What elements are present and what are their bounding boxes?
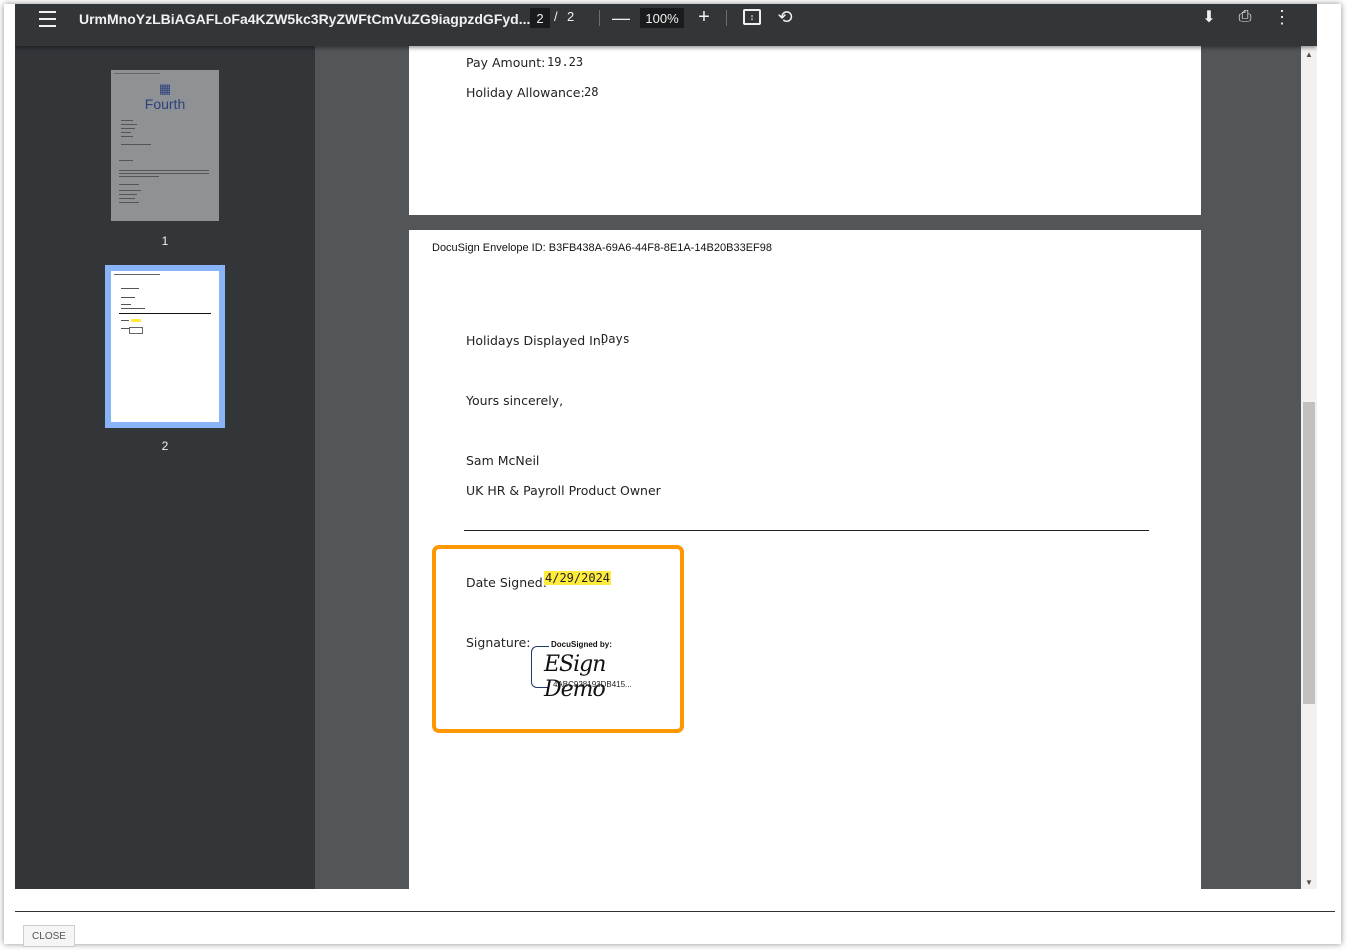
pay-amount-value: 19.23 (547, 55, 584, 69)
rotate-icon[interactable]: ⟲ (775, 7, 795, 27)
plus-icon[interactable]: + (695, 6, 713, 28)
page-thumbnail-2-selected[interactable] (105, 265, 225, 428)
fourth-logo: ▦ Fourth (144, 81, 186, 113)
pdf-viewer: UrmMnoYzLBiAGAFLoFa4KZW5kc3RyZWFtCmVuZG9… (15, 4, 1317, 889)
vertical-scrollbar[interactable]: ▲ ▼ (1301, 46, 1317, 889)
closing-text: Yours sincerely, (466, 393, 564, 408)
toolbar-divider (726, 10, 727, 26)
menu-icon[interactable] (37, 11, 57, 27)
pdf-page-1: Pay Amount: 19.23 Holiday Allowance: 28 (409, 46, 1201, 215)
scroll-thumb[interactable] (1303, 402, 1315, 704)
signer-title: UK HR & Payroll Product Owner (466, 483, 661, 498)
document-modal: UrmMnoYzLBiAGAFLoFa4KZW5kc3RyZWFtCmVuZG9… (4, 4, 1341, 947)
page-thumbnail-2 (111, 271, 219, 422)
page-thumbnail-1[interactable]: ▦ Fourth (111, 70, 219, 221)
screen: UrmMnoYzLBiAGAFLoFa4KZW5kc3RyZWFtCmVuZG9… (0, 0, 1351, 951)
holidays-label: Holidays Displayed In: (466, 333, 605, 348)
scroll-down-arrow-icon[interactable]: ▼ (1305, 878, 1313, 887)
holidays-value: Days (601, 332, 630, 346)
toolbar-divider (599, 10, 600, 26)
thumbnail-sidebar: ▦ Fourth 1 2 (15, 46, 315, 889)
pdf-page-2: DocuSign Envelope ID: B3FB438A-69A6-44F8… (409, 230, 1201, 889)
print-icon[interactable]: ⎙ (1235, 7, 1255, 27)
page-number-input[interactable]: 2 (530, 8, 550, 28)
scroll-up-arrow-icon[interactable]: ▲ (1305, 50, 1313, 59)
envelope-id: DocuSign Envelope ID: B3FB438A-69A6-44F8… (432, 242, 772, 254)
signature-highlight-box (432, 545, 684, 733)
thumbnail-number: 1 (161, 234, 169, 248)
page-separator: / (554, 9, 558, 24)
pay-amount-label: Pay Amount: (466, 55, 546, 70)
thumbnail-number: 2 (161, 439, 169, 453)
pdf-toolbar: UrmMnoYzLBiAGAFLoFa4KZW5kc3RyZWFtCmVuZG9… (15, 4, 1317, 46)
holiday-allowance-label: Holiday Allowance: (466, 85, 585, 100)
fit-to-page-icon[interactable]: ↕ (743, 9, 761, 25)
download-icon[interactable]: ⬇ (1200, 7, 1218, 27)
close-button[interactable]: CLOSE (23, 925, 75, 947)
section-divider (464, 530, 1149, 531)
page-total: 2 (567, 9, 575, 24)
document-canvas: Pay Amount: 19.23 Holiday Allowance: 28 … (315, 46, 1301, 889)
footer-divider (15, 911, 1335, 912)
signer-name: Sam McNeil (466, 453, 540, 468)
more-vertical-icon[interactable]: ⋮ (1273, 7, 1291, 27)
holiday-allowance-value: 28 (584, 85, 599, 99)
document-title: UrmMnoYzLBiAGAFLoFa4KZW5kc3RyZWFtCmVuZG9… (79, 11, 531, 27)
minus-icon[interactable]: — (612, 8, 630, 28)
zoom-input[interactable]: 100% (640, 8, 684, 28)
